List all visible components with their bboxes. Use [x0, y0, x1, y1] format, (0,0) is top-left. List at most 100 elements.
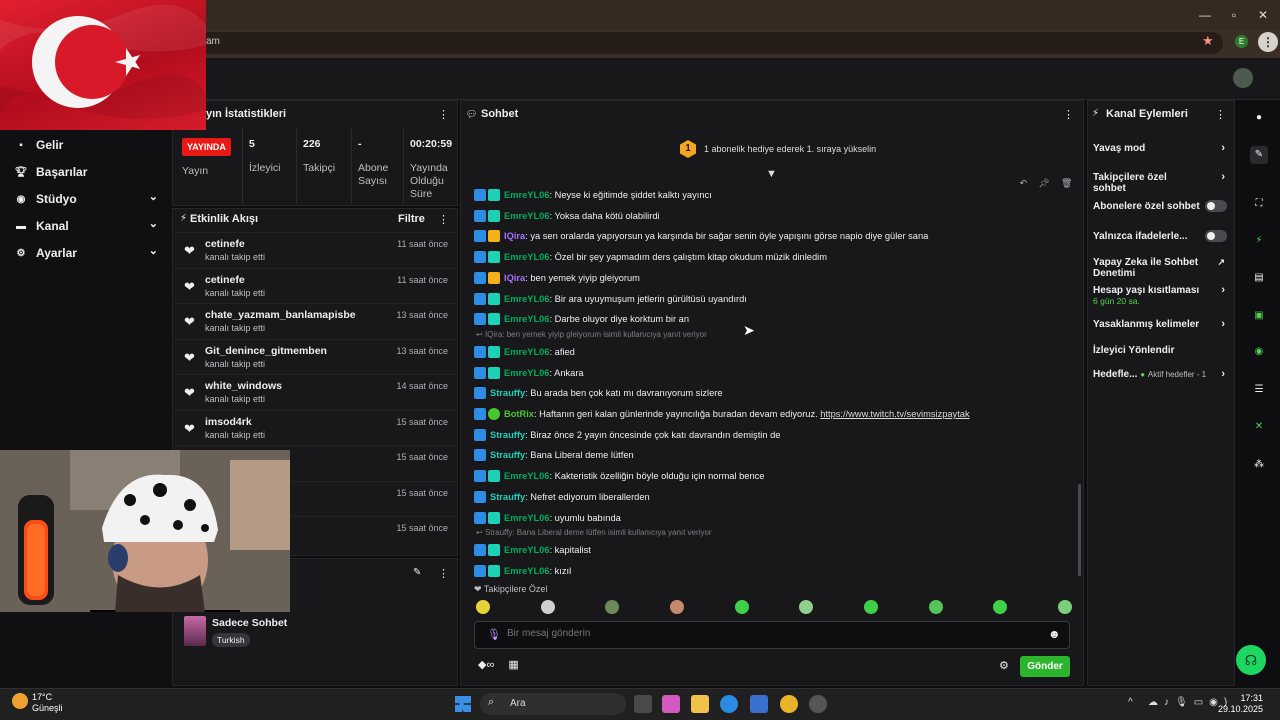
nav-item-kanal[interactable]: ▬ Kanal ⌄: [0, 213, 172, 239]
chat-message[interactable]: Strauffy: Biraz önce 2 yayın öncesinde ç…: [474, 425, 780, 445]
support-icon[interactable]: ☊: [1236, 645, 1266, 675]
action-item[interactable]: Takipçilere özel sohbet ›: [1093, 172, 1229, 195]
more-icon[interactable]: ⋮: [1215, 108, 1226, 121]
document-icon[interactable]: ▤: [1250, 269, 1268, 287]
wrench-icon[interactable]: ✕: [1250, 418, 1268, 436]
activity-user[interactable]: cetinefe: [205, 274, 245, 286]
bolt-icon[interactable]: ⚡︎: [1250, 232, 1268, 250]
chat-username[interactable]: EmreYL06: [504, 545, 549, 555]
chat-username[interactable]: EmreYL06: [504, 513, 549, 523]
filter-button[interactable]: Filtre: [398, 213, 425, 225]
undo-icon[interactable]: ↶: [1020, 178, 1028, 194]
chat-scrollbar[interactable]: [1078, 484, 1081, 576]
activity-item[interactable]: ❤ chate_yazmam_banlamapisbe kanalı takip e…: [172, 303, 458, 338]
pin-icon[interactable]: 📌︎: [1038, 178, 1049, 194]
minimize-button[interactable]: —: [1196, 6, 1214, 24]
chat-username[interactable]: EmreYL06: [504, 211, 549, 221]
emote-icon[interactable]: [799, 600, 814, 614]
emote-icon[interactable]: [993, 600, 1008, 614]
category-thumbnail[interactable]: [184, 616, 206, 646]
emote-icon[interactable]: [605, 600, 620, 614]
chat-username[interactable]: Strauffy: [490, 388, 525, 398]
more-icon[interactable]: ⋮: [438, 108, 449, 121]
activity-item[interactable]: ❤ white_windows kanalı takip etti 14 saat ö…: [172, 374, 458, 409]
chat-input[interactable]: [507, 628, 1027, 639]
store-icon[interactable]: ▦: [508, 658, 518, 671]
hype-train-banner[interactable]: 1 1 abonelik hediye ederek 1. sıraya yük…: [680, 140, 876, 158]
emote-icon[interactable]: [669, 600, 684, 614]
nav-item-studyo[interactable]: ◉ Stüdyo ⌄: [0, 186, 172, 212]
chrome-icon[interactable]: [780, 695, 798, 713]
chat-username[interactable]: IQira: [504, 273, 525, 283]
task-view-icon[interactable]: [634, 695, 652, 713]
chat-username[interactable]: EmreYL06: [504, 347, 549, 357]
nav-item-basarilar[interactable]: 🏆︎ Başarılar: [0, 159, 172, 185]
taskbar-clock[interactable]: 17:31 29.10.2025: [1218, 693, 1263, 715]
weather-widget[interactable]: 17°C Güneşli: [32, 692, 63, 714]
tray-chevron-icon[interactable]: ^: [1128, 697, 1133, 708]
chat-username[interactable]: EmreYL06: [504, 294, 549, 304]
chat-message[interactable]: EmreYL06: Bir ara uyuymuşum jetlerin gür…: [474, 289, 747, 309]
nav-item-ayarlar[interactable]: ⚙ Ayarlar ⌄: [0, 240, 172, 266]
avatar[interactable]: [1233, 68, 1253, 88]
broadcast-icon[interactable]: ◉: [1250, 343, 1268, 361]
action-item[interactable]: Yapay Zeka ile Sohbet Denetimi ↗: [1093, 257, 1229, 279]
emote-icon[interactable]: [863, 600, 878, 614]
emote-icon[interactable]: [540, 600, 555, 614]
emote-icon[interactable]: [476, 600, 490, 614]
toggle-switch[interactable]: [1205, 200, 1227, 212]
browser-menu-icon[interactable]: ⋮: [1258, 32, 1278, 52]
store-icon[interactable]: [750, 695, 768, 713]
edge-icon[interactable]: [720, 695, 738, 713]
chat-message[interactable]: IQira: ya sen oralarda yapıyorsun ya kar…: [474, 226, 928, 246]
action-item[interactable]: Hesap yaşı kısıtlaması 6 gün 20 sa. ›: [1093, 285, 1229, 307]
chat-username[interactable]: IQira: [504, 231, 525, 241]
chat-message[interactable]: EmreYL06: Darbe oluyor diye korktum bir …: [474, 309, 689, 329]
nav-item-gelir[interactable]: ▪ Gelir: [0, 132, 172, 158]
star-icon[interactable]: ★: [1202, 33, 1214, 49]
chat-username[interactable]: EmreYL06: [504, 471, 549, 481]
chat-username[interactable]: BotRix: [504, 409, 534, 419]
chat-icon[interactable]: ▣: [1250, 307, 1268, 325]
chat-username[interactable]: EmreYL06: [504, 566, 549, 576]
chat-message[interactable]: IQira: ben yemek yiyip gleiyorum: [474, 268, 640, 288]
chat-message[interactable]: Strauffy: Nefret ediyorum liberallerden: [474, 487, 650, 507]
chat-message[interactable]: EmreYL06: Neyse ki eğitimde şiddet kalkt…: [474, 185, 712, 205]
activity-user[interactable]: white_windows: [205, 380, 282, 392]
chat-message[interactable]: EmreYL06: kızıl: [474, 561, 571, 581]
toggle-switch[interactable]: [1205, 230, 1227, 242]
action-item[interactable]: Hedefle... ● Aktif hedefler - 1 ›: [1093, 369, 1229, 381]
activity-item[interactable]: ❤ Git_denince_gitmemben kanalı takip etti 1…: [172, 338, 458, 374]
address-bar[interactable]: [198, 32, 1223, 54]
chat-message[interactable]: EmreYL06: Ankara: [474, 363, 584, 383]
chat-message[interactable]: EmreYL06: uyumlu babında: [474, 508, 621, 528]
pencil-icon[interactable]: ✎: [1250, 146, 1268, 164]
chat-message[interactable]: Strauffy: Bu arada ben çok katı mı davra…: [474, 383, 723, 403]
more-icon[interactable]: ⋮: [438, 567, 449, 580]
chat-message[interactable]: Strauffy: Bana Liberal deme lütfen: [474, 445, 634, 465]
chat-username[interactable]: Strauffy: [490, 450, 525, 460]
action-item[interactable]: İzleyici Yönlendir: [1093, 345, 1229, 356]
more-icon[interactable]: ⋮: [438, 213, 449, 226]
more-icon[interactable]: ⋮: [1063, 108, 1074, 121]
chat-username[interactable]: EmreYL06: [504, 252, 549, 262]
file-explorer-icon[interactable]: [691, 695, 709, 713]
extensions-icon[interactable]: ⁂: [1250, 456, 1268, 474]
action-item[interactable]: Yavaş mod ›: [1093, 143, 1229, 155]
language-tag[interactable]: Turkish: [212, 633, 250, 647]
send-button[interactable]: Gönder: [1020, 656, 1070, 677]
maximize-button[interactable]: ▫: [1225, 6, 1243, 24]
activity-user[interactable]: Git_denince_gitmemben: [205, 345, 327, 357]
taskbar-search[interactable]: Ara: [480, 693, 626, 715]
chat-input-box[interactable]: [474, 621, 1070, 649]
chat-settings-icon[interactable]: ⚙: [999, 659, 1009, 672]
chat-username[interactable]: EmreYL06: [504, 368, 549, 378]
chat-message[interactable]: EmreYL06: Yoksa daha kötü olabilirdi: [474, 206, 660, 226]
category-title[interactable]: Sadece Sohbet: [212, 617, 287, 629]
copilot-icon[interactable]: [662, 695, 680, 713]
activity-item[interactable]: ❤ imsod4rk kanalı takip etti 15 saat önce: [172, 409, 458, 445]
obs-icon[interactable]: [809, 695, 827, 713]
chat-username[interactable]: Strauffy: [490, 492, 525, 502]
chat-message[interactable]: EmreYL06: afied: [474, 342, 575, 362]
activity-item[interactable]: ❤ cetinefe kanalı takip etti 11 saat önce: [172, 267, 458, 303]
